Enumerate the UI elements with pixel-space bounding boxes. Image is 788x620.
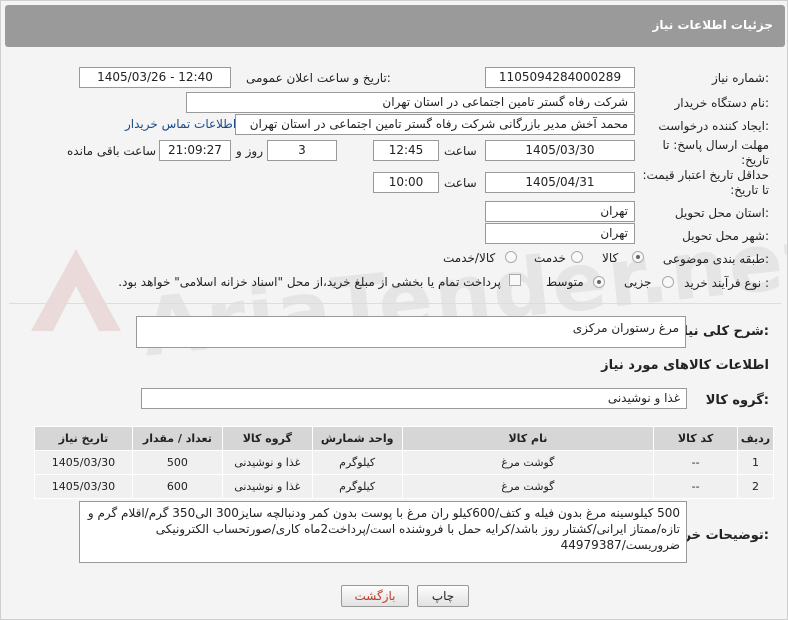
- validity-time-label: ساعت: [444, 176, 477, 190]
- deadline-time-label: ساعت: [444, 144, 477, 158]
- process-radio-medium[interactable]: [593, 276, 605, 288]
- table-header-row: ردیف کد کالا نام کالا واحد شمارش گروه کا…: [34, 426, 774, 451]
- process-option-minor: جزیی: [624, 275, 652, 289]
- province-label: استان محل تحویل:: [674, 206, 769, 220]
- table-row: 2 -- گوشت مرغ کیلوگرم غذا و نوشیدنی 600 …: [34, 474, 774, 499]
- cell-item-group: غذا و نوشیدنی: [221, 474, 313, 499]
- cell-quantity: 600: [131, 474, 223, 499]
- category-label: طبقه بندی موضوعی:: [662, 252, 769, 266]
- section-divider: [9, 303, 781, 304]
- announce-field: 1405/03/26 - 12:40: [79, 67, 231, 88]
- validity-time-field: 10:00: [373, 172, 439, 193]
- items-table: ردیف کد کالا نام کالا واحد شمارش گروه کا…: [34, 426, 774, 499]
- cell-item-code: --: [653, 450, 739, 475]
- cell-item-name: گوشت مرغ: [401, 450, 655, 475]
- city-label: شهر محل تحویل:: [682, 229, 769, 243]
- deadline-label: مهلت ارسال پاسخ: تا تاریخ:: [662, 138, 769, 167]
- col-header-quantity: تعداد / مقدار: [131, 426, 223, 451]
- back-button[interactable]: بازگشت: [341, 585, 409, 607]
- creator-field: محمد آخش مدیر بازرگانی شرکت رفاه گستر تا…: [235, 114, 635, 135]
- validity-date-field: 1405/04/31: [485, 172, 635, 193]
- province-field: تهران: [485, 201, 635, 222]
- remaining-label: ساعت باقی مانده: [67, 144, 157, 158]
- goods-group-label: گروه کالا:: [705, 393, 769, 408]
- cell-row-number: 1: [737, 450, 774, 475]
- cell-item-name: گوشت مرغ: [401, 474, 655, 499]
- cell-quantity: 500: [131, 450, 223, 475]
- cell-unit: کیلوگرم: [311, 474, 403, 499]
- cell-need-date: 1405/03/30: [34, 474, 133, 499]
- category-radio-service[interactable]: [571, 251, 583, 263]
- days-label: روز و: [236, 144, 263, 158]
- city-field: تهران: [485, 223, 635, 244]
- cell-row-number: 2: [737, 474, 774, 499]
- col-header-row-number: ردیف: [737, 426, 774, 451]
- summary-field: مرغ رستوران مرکزی: [136, 316, 686, 348]
- col-header-item-code: کد کالا: [653, 426, 739, 451]
- goods-info-title: اطلاعات کالاهای مورد نیاز: [601, 358, 769, 373]
- validity-label: حداقل تاریخ اعتبار قیمت: تا تاریخ:: [642, 168, 769, 197]
- summary-label: شرح کلی نیاز:: [675, 324, 769, 339]
- buyer-org-label: نام دستگاه خریدار:: [674, 96, 770, 110]
- deadline-time-field: 12:45: [373, 140, 439, 161]
- process-radio-minor[interactable]: [662, 276, 674, 288]
- page-title: جزئیات اطلاعات نیاز: [652, 18, 773, 32]
- treasury-payment-note: پرداخت تمام یا بخشی از مبلغ خرید،از محل …: [118, 275, 501, 289]
- buyer-org-field: شرکت رفاه گستر تامین اجتماعی در استان ته…: [186, 92, 635, 113]
- category-radio-goods-service[interactable]: [505, 251, 517, 263]
- cell-item-code: --: [653, 474, 739, 499]
- buyer-notes-field: 500 کیلوسینه مرغ بدون فیله و کتف/600کیلو…: [79, 501, 687, 563]
- category-option-goods-service: کالا/خدمت: [443, 251, 496, 265]
- print-button[interactable]: چاپ: [417, 585, 469, 607]
- remaining-time-field: 21:09:27: [159, 140, 231, 161]
- goods-group-field: غذا و نوشیدنی: [141, 388, 687, 409]
- col-header-unit: واحد شمارش: [311, 426, 403, 451]
- process-option-medium: متوسط: [546, 275, 584, 289]
- cell-need-date: 1405/03/30: [34, 450, 133, 475]
- category-option-service: خدمت: [534, 251, 566, 265]
- table-row: 1 -- گوشت مرغ کیلوگرم غذا و نوشیدنی 500 …: [34, 450, 774, 475]
- category-radio-goods[interactable]: [632, 251, 644, 263]
- page-frame: جزئیات اطلاعات نیاز AriaTender.net شماره…: [0, 0, 788, 620]
- header-bar: جزئیات اطلاعات نیاز: [5, 5, 785, 47]
- col-header-need-date: تاریخ نیاز: [34, 426, 133, 451]
- cell-item-group: غذا و نوشیدنی: [221, 450, 313, 475]
- need-number-label: شماره نیاز:: [711, 71, 769, 85]
- deadline-date-field: 1405/03/30: [485, 140, 635, 161]
- process-label: نوع فرآیند خرید :: [684, 276, 769, 290]
- creator-label: ایجاد کننده درخواست:: [658, 119, 769, 133]
- col-header-item-name: نام کالا: [401, 426, 655, 451]
- need-number-field: 1105094284000289: [485, 67, 635, 88]
- treasury-payment-checkbox[interactable]: [509, 274, 521, 286]
- col-header-item-group: گروه کالا: [221, 426, 313, 451]
- watermark-logo-icon: [31, 249, 121, 331]
- cell-unit: کیلوگرم: [311, 450, 403, 475]
- announce-label: تاریخ و ساعت اعلان عمومی:: [246, 71, 391, 85]
- category-option-goods: کالا: [602, 251, 619, 265]
- contact-info-link[interactable]: اطلاعات تماس خریدار: [125, 117, 236, 131]
- days-field: 3: [267, 140, 337, 161]
